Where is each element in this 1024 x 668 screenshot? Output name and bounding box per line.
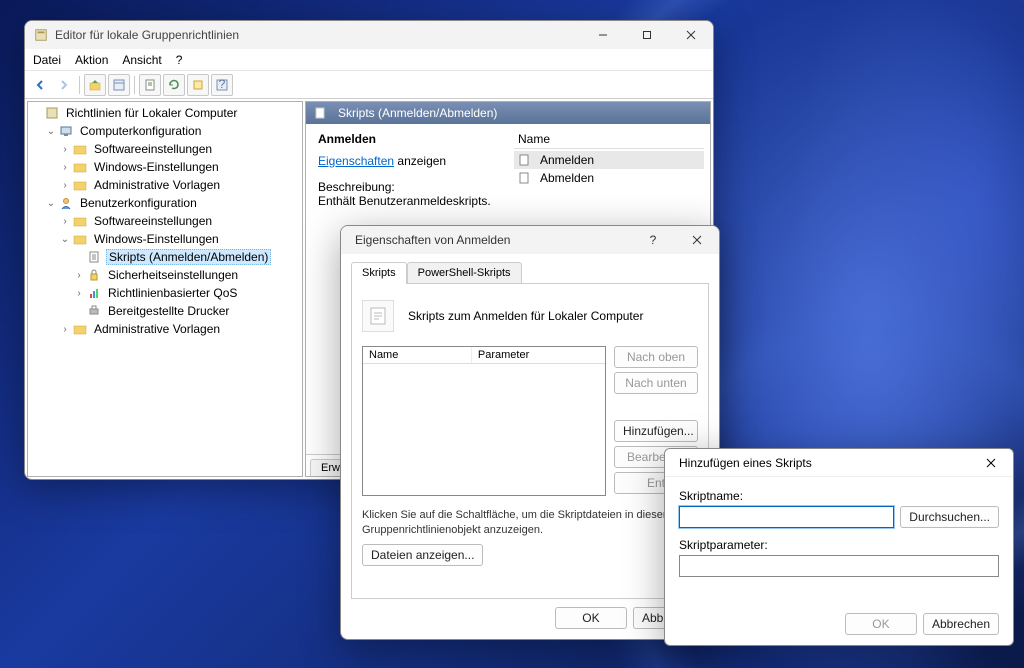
export-button[interactable]: [187, 74, 209, 96]
column-name[interactable]: Name: [514, 130, 704, 149]
menubar: Datei Aktion Ansicht ?: [25, 49, 713, 71]
script-icon: [86, 249, 102, 265]
script-icon: [516, 170, 532, 186]
tree-item[interactable]: ›Softwareeinstellungen: [30, 212, 300, 230]
ok-button[interactable]: OK: [555, 607, 627, 629]
close-button[interactable]: [969, 449, 1013, 477]
browse-button[interactable]: Durchsuchen...: [900, 506, 999, 528]
scripts-listbox[interactable]: Name Parameter: [362, 346, 606, 496]
script-file-icon: [362, 300, 394, 332]
up-button[interactable]: [84, 74, 106, 96]
tree-item[interactable]: ›Richtlinienbasierter QoS: [30, 284, 300, 302]
script-param-input[interactable]: [679, 555, 999, 577]
show-properties-link[interactable]: Eigenschaften anzeigen: [318, 154, 508, 168]
add-dialog-titlebar[interactable]: Hinzufügen eines Skripts: [665, 449, 1013, 477]
gpedit-titlebar[interactable]: Editor für lokale Gruppenrichtlinien: [25, 21, 713, 49]
col-parameter[interactable]: Parameter: [472, 347, 535, 363]
tree-item[interactable]: ›Administrative Vorlagen: [30, 176, 300, 194]
tree-item[interactable]: ›Sicherheitseinstellungen: [30, 266, 300, 284]
tree-item[interactable]: ›Windows-Einstellungen: [30, 158, 300, 176]
show-hide-button[interactable]: [108, 74, 130, 96]
show-files-button[interactable]: Dateien anzeigen...: [362, 544, 483, 566]
folder-icon: [72, 213, 88, 229]
tree-windows-settings[interactable]: ⌄Windows-Einstellungen: [30, 230, 300, 248]
menu-file[interactable]: Datei: [33, 53, 61, 67]
tab-scripts[interactable]: Skripts: [351, 262, 407, 284]
info-text: Skripts zum Anmelden für Lokaler Compute…: [408, 309, 643, 323]
back-button[interactable]: [29, 74, 51, 96]
qos-icon: [86, 285, 102, 301]
gpedit-app-icon: [33, 27, 49, 43]
tree-user-config[interactable]: ⌄ Benutzerkonfiguration: [30, 194, 300, 212]
properties-dialog: Eigenschaften von Anmelden ? Skripts Pow…: [340, 225, 720, 640]
tree-computer-config[interactable]: ⌄ Computerkonfiguration: [30, 122, 300, 140]
description-label: Beschreibung:: [318, 180, 508, 194]
policy-icon: [44, 105, 60, 121]
script-icon: [516, 152, 532, 168]
item-abmelden[interactable]: Abmelden: [514, 169, 704, 187]
folder-icon: [72, 159, 88, 175]
dialog-title: Hinzufügen eines Skripts: [673, 456, 969, 470]
ok-button[interactable]: OK: [845, 613, 917, 635]
move-up-button[interactable]: Nach oben: [614, 346, 698, 368]
svg-text:?: ?: [219, 78, 226, 91]
computer-icon: [58, 123, 74, 139]
hint-text: Klicken Sie auf die Schaltfläche, um die…: [362, 508, 698, 538]
user-icon: [58, 195, 74, 211]
folder-icon: [72, 177, 88, 193]
move-down-button[interactable]: Nach unten: [614, 372, 698, 394]
close-button[interactable]: [669, 21, 713, 49]
minimize-button[interactable]: [581, 21, 625, 49]
tree-item[interactable]: ›Softwareeinstellungen: [30, 140, 300, 158]
col-name[interactable]: Name: [363, 347, 472, 363]
item-anmelden[interactable]: Anmelden: [514, 151, 704, 169]
item-title: Anmelden: [318, 132, 508, 146]
tab-powershell[interactable]: PowerShell-Skripts: [407, 262, 522, 284]
properties-titlebar[interactable]: Eigenschaften von Anmelden ?: [341, 226, 719, 254]
menu-view[interactable]: Ansicht: [122, 53, 161, 67]
tree-item[interactable]: ›Administrative Vorlagen: [30, 320, 300, 338]
tree-root[interactable]: Richtlinien für Lokaler Computer: [30, 104, 300, 122]
tree-item[interactable]: Bereitgestellte Drucker: [30, 302, 300, 320]
script-param-label: Skriptparameter:: [679, 538, 999, 552]
script-icon: [312, 105, 328, 121]
tree-pane[interactable]: Richtlinien für Lokaler Computer ⌄ Compu…: [27, 101, 303, 477]
help-button[interactable]: ?: [211, 74, 233, 96]
maximize-button[interactable]: [625, 21, 669, 49]
printer-icon: [86, 303, 102, 319]
add-button[interactable]: Hinzufügen...: [614, 420, 698, 442]
folder-icon: [72, 231, 88, 247]
tab-strip: Skripts PowerShell-Skripts: [351, 262, 709, 284]
folder-icon: [72, 141, 88, 157]
window-title: Editor für lokale Gruppenrichtlinien: [55, 28, 581, 42]
menu-action[interactable]: Aktion: [75, 53, 108, 67]
forward-button[interactable]: [53, 74, 75, 96]
cancel-button[interactable]: Abbrechen: [923, 613, 999, 635]
script-name-label: Skriptname:: [679, 489, 999, 503]
script-name-input[interactable]: [679, 506, 894, 528]
close-button[interactable]: [675, 226, 719, 254]
lock-icon: [86, 267, 102, 283]
dialog-title: Eigenschaften von Anmelden: [349, 233, 631, 247]
tree-scripts-logon-logoff[interactable]: Skripts (Anmelden/Abmelden): [30, 248, 300, 266]
toolbar: ?: [25, 71, 713, 99]
help-button[interactable]: ?: [631, 226, 675, 254]
add-script-dialog: Hinzufügen eines Skripts Skriptname: Dur…: [664, 448, 1014, 646]
refresh-button[interactable]: [163, 74, 185, 96]
content-header: Skripts (Anmelden/Abmelden): [306, 102, 710, 124]
description-text: Enthält Benutzeranmeldeskripts.: [318, 194, 508, 208]
folder-icon: [72, 321, 88, 337]
menu-help[interactable]: ?: [176, 53, 183, 67]
properties-button[interactable]: [139, 74, 161, 96]
